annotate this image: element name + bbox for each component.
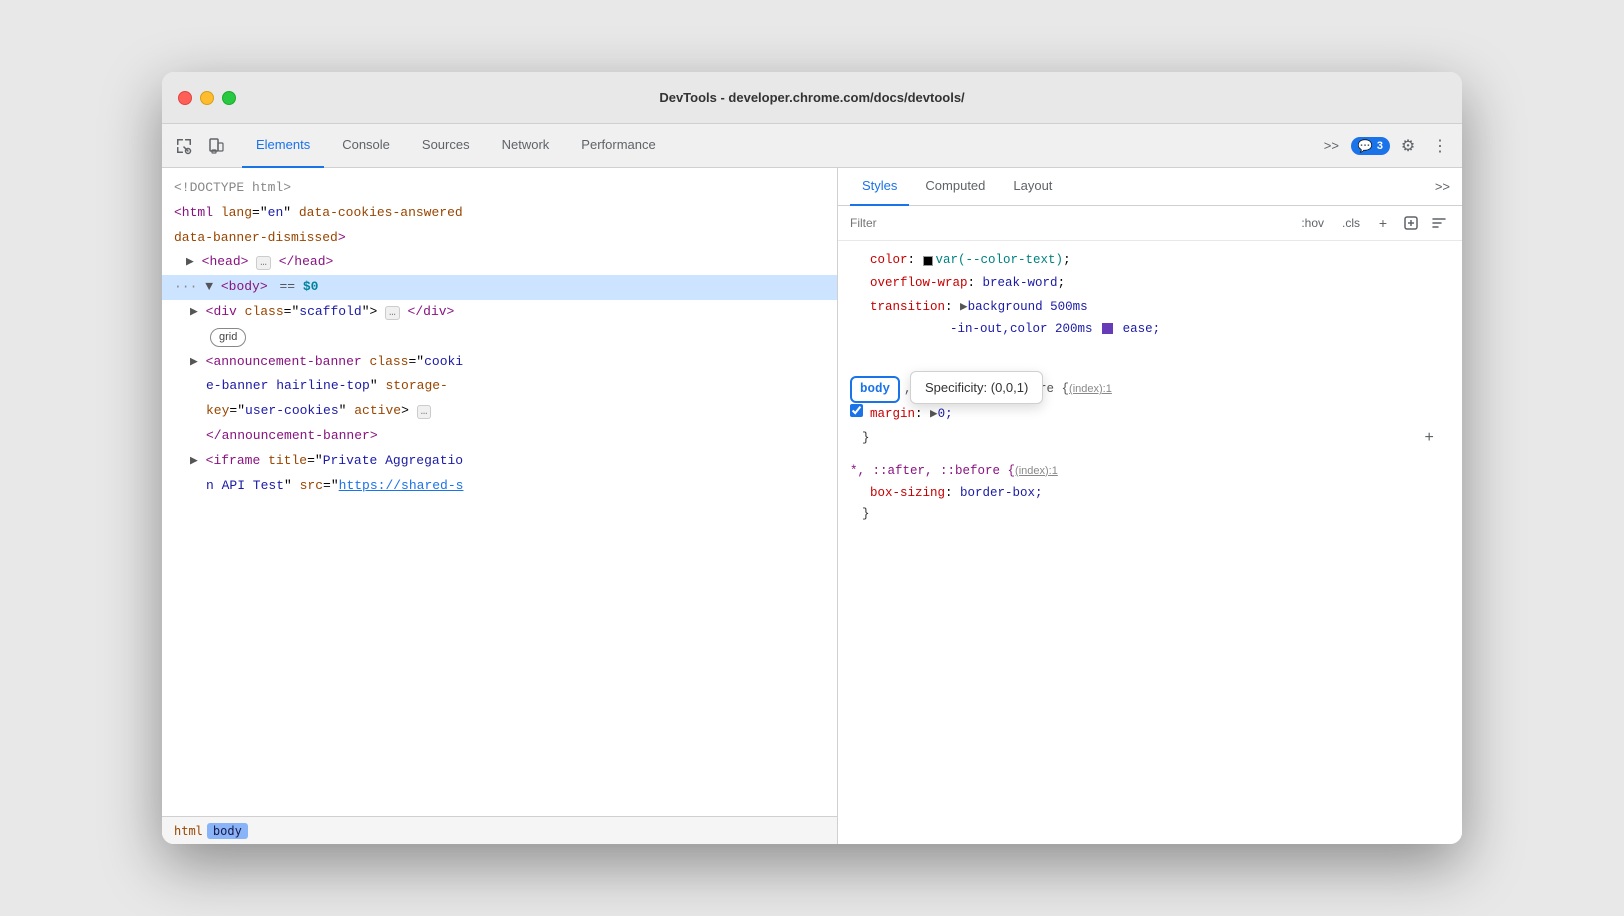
minimize-button[interactable] [200, 91, 214, 105]
message-icon: 💬 [1358, 139, 1373, 153]
styles-filter-bar: :hov .cls + [838, 206, 1462, 241]
hover-state-button[interactable]: :hov [1295, 214, 1330, 232]
tab-console[interactable]: Console [328, 124, 404, 168]
dom-announcement-close: </announcement-banner> [162, 424, 837, 449]
styles-tab-bar: Styles Computed Layout >> [838, 168, 1462, 206]
traffic-lights [178, 91, 236, 105]
css-decl-transition: transition : ▶ background 500ms [850, 296, 1450, 319]
css-rule-body: Specificity: (0,0,1) body , h1, h2, h3, … [850, 376, 1450, 449]
dom-head[interactable]: ▶ <head> … </head> [162, 250, 837, 275]
toolbar-left-icons [170, 132, 230, 160]
transition-expand-icon[interactable]: ▶ [960, 297, 968, 318]
specificity-tooltip: Specificity: (0,0,1) [910, 371, 1043, 404]
margin-checkbox[interactable] [850, 404, 863, 417]
tab-styles[interactable]: Styles [850, 168, 909, 206]
tab-computed[interactable]: Computed [913, 168, 997, 206]
css-decl-margin: margin : ▶ 0; [850, 403, 1450, 426]
class-filter-button[interactable]: .cls [1336, 214, 1366, 232]
dom-panel: <!DOCTYPE html> <html lang="en" data-coo… [162, 168, 838, 844]
more-options-icon: ⋮ [1432, 136, 1448, 156]
dom-body[interactable]: ··· ▼ <body> == $0 [162, 275, 837, 300]
breadcrumb-html[interactable]: html [174, 824, 203, 838]
css-decl-transition-cont: -in-out,color 200ms ease; [850, 319, 1450, 340]
css-decl-overflow-wrap: overflow-wrap : break-word; [850, 272, 1450, 295]
universal-rule-link[interactable]: (index):1 [1015, 462, 1058, 481]
dom-iframe-2: n API Test" src="https://shared-s [162, 474, 837, 499]
styles-content[interactable]: color : var(--color-text); overflow-wrap… [838, 241, 1462, 844]
element-state-button[interactable] [1428, 212, 1450, 234]
dom-tree[interactable]: <!DOCTYPE html> <html lang="en" data-coo… [162, 168, 837, 816]
close-button[interactable] [178, 91, 192, 105]
styles-panel: Styles Computed Layout >> :hov [838, 168, 1462, 844]
toolbar-right: >> 💬 3 ⚙ ⋮ [1316, 132, 1454, 160]
css-rule-inherited: color : var(--color-text); overflow-wrap… [850, 249, 1450, 340]
tab-performance[interactable]: Performance [567, 124, 669, 168]
main-content: <!DOCTYPE html> <html lang="en" data-coo… [162, 168, 1462, 844]
titlebar: DevTools - developer.chrome.com/docs/dev… [162, 72, 1462, 124]
dom-announcement-2: e-banner hairline-top" storage- [162, 374, 837, 399]
more-options-button[interactable]: ⋮ [1426, 132, 1454, 160]
filter-actions: :hov .cls + [1295, 212, 1450, 234]
message-badge[interactable]: 💬 3 [1351, 137, 1390, 155]
devtools-window: DevTools - developer.chrome.com/docs/dev… [162, 72, 1462, 844]
dom-announcement-1[interactable]: ▶ <announcement-banner class="cooki [162, 350, 837, 375]
devtools-toolbar: Elements Console Sources Network Perform… [162, 124, 1462, 168]
css-decl-box-sizing: box-sizing : border-box; [850, 482, 1450, 505]
new-style-rule-button[interactable] [1400, 212, 1422, 234]
styles-more-tabs[interactable]: >> [1435, 179, 1450, 194]
dom-announcement-3: key="user-cookies" active> … [162, 399, 837, 424]
devtools-body: Elements Console Sources Network Perform… [162, 124, 1462, 844]
dom-grid-badge[interactable]: grid [162, 325, 837, 350]
css-rule-universal: *, ::after, ::before { (index):1 box-siz… [850, 461, 1450, 524]
tab-elements[interactable]: Elements [242, 124, 324, 168]
dom-doctype: <!DOCTYPE html> [162, 176, 837, 201]
tab-network[interactable]: Network [488, 124, 564, 168]
window-title: DevTools - developer.chrome.com/docs/dev… [659, 90, 964, 105]
more-tabs-button[interactable]: >> [1316, 132, 1347, 160]
inspect-element-button[interactable] [170, 132, 198, 160]
dom-iframe-1[interactable]: ▶ <iframe title="Private Aggregatio [162, 449, 837, 474]
body-rule-link[interactable]: (index):1 [1069, 380, 1112, 399]
add-margin-property-button[interactable]: + [1420, 429, 1438, 447]
gear-icon: ⚙ [1401, 136, 1415, 156]
add-style-button[interactable]: + [1372, 212, 1394, 234]
dom-html-cont: data-banner-dismissed> [162, 226, 837, 251]
styles-filter-input[interactable] [850, 216, 1287, 230]
margin-expand-icon[interactable]: ▶ [930, 404, 938, 425]
css-decl-color: color : var(--color-text); [850, 249, 1450, 272]
css-rule-universal-selector: *, ::after, ::before { (index):1 [850, 461, 1450, 482]
tab-layout[interactable]: Layout [1001, 168, 1064, 206]
color-swatch-black[interactable] [923, 256, 933, 266]
settings-button[interactable]: ⚙ [1394, 132, 1422, 160]
device-toggle-button[interactable] [202, 132, 230, 160]
tab-sources[interactable]: Sources [408, 124, 484, 168]
transition-color-swatch[interactable] [1102, 323, 1113, 334]
breadcrumb: html body [162, 816, 837, 844]
breadcrumb-body[interactable]: body [207, 823, 248, 839]
body-selector: body [850, 376, 900, 403]
maximize-button[interactable] [222, 91, 236, 105]
dom-div-scaffold[interactable]: ▶ <div class="scaffold"> … </div> [162, 300, 837, 325]
dom-html[interactable]: <html lang="en" data-cookies-answered [162, 201, 837, 226]
